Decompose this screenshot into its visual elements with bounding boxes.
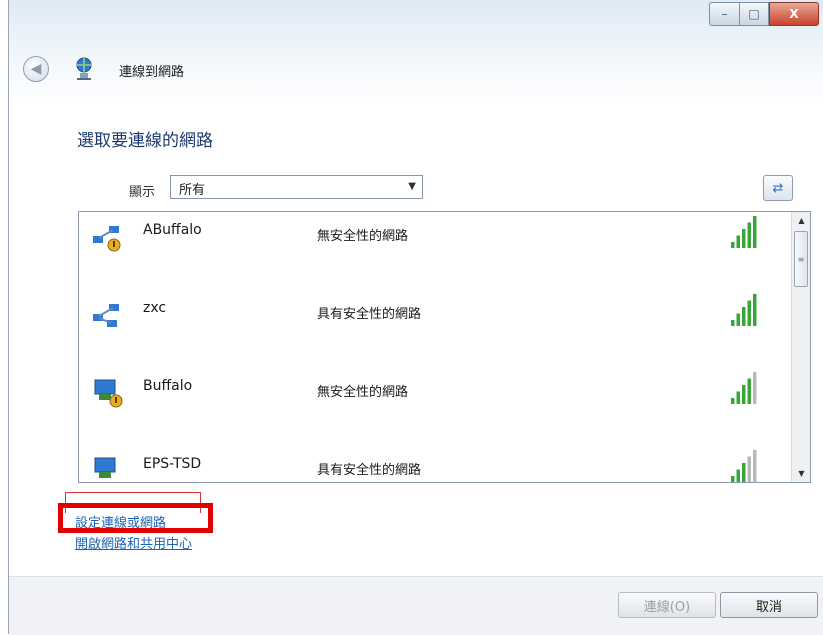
network-center-link[interactable]: 開啟網路和共用中心: [75, 533, 192, 552]
network-security: 具有安全性的網路: [317, 463, 422, 478]
network-name: zxc: [143, 300, 167, 316]
signal-strength-icon: [731, 372, 757, 404]
highlight-box: [58, 503, 213, 533]
wireless-network-icon: [94, 457, 116, 478]
network-list-item[interactable]: EPS-TSD 具有安全性的網路: [79, 446, 785, 482]
maximize-button[interactable]: □: [739, 2, 769, 26]
signal-strength-icon: [731, 216, 757, 248]
signal-bar: [747, 222, 751, 248]
adhoc-unsecured-icon: [93, 226, 121, 252]
chevron-down-icon: ▼: [408, 181, 416, 192]
scroll-down-icon[interactable]: ▼: [792, 465, 810, 482]
refresh-icon: ⇄: [772, 180, 784, 196]
adhoc-network-icon: [93, 304, 119, 327]
window-title: 連線到網路: [119, 65, 185, 80]
connect-button[interactable]: 連線(O): [618, 592, 716, 618]
back-arrow-icon: ◀: [30, 61, 42, 77]
signal-bar: [736, 313, 740, 326]
signal-bar: [742, 229, 746, 248]
signal-bar: [731, 398, 735, 404]
network-security: 無安全性的網路: [317, 385, 409, 400]
scroll-up-icon[interactable]: ▲: [792, 212, 810, 229]
dialog-footer: 連線(O) 取消: [9, 576, 823, 635]
network-name: Buffalo: [143, 378, 193, 394]
signal-bar: [747, 378, 751, 404]
network-list-item[interactable]: zxc 具有安全性的網路: [79, 290, 785, 368]
wireless-unsecured-icon: [94, 379, 123, 408]
network-security: 無安全性的網路: [317, 229, 409, 244]
signal-bar: [747, 300, 751, 326]
signal-strength-icon: [731, 294, 757, 326]
signal-bar: [742, 385, 746, 404]
refresh-button[interactable]: ⇄: [763, 175, 793, 201]
signal-bar: [731, 242, 735, 248]
network-name: EPS-TSD: [143, 456, 202, 472]
minimize-button[interactable]: –: [709, 2, 739, 26]
network-list[interactable]: ABuffalo 無安全性的網路 zxc 具有安全性的網路 Buffalo 無安…: [78, 211, 811, 483]
show-filter-value: 所有: [179, 183, 206, 198]
signal-bar: [736, 469, 740, 482]
connect-to-network-window: – □ X ◀ 連線到網路 選取要連線的網路 顯示 所有 ▼ ⇄ ABuffal…: [8, 0, 823, 635]
title-bar: [9, 0, 823, 104]
signal-bar: [736, 391, 740, 404]
signal-bar: [753, 372, 757, 404]
network-name: ABuffalo: [143, 222, 202, 238]
signal-bar: [742, 463, 746, 482]
close-button[interactable]: X: [769, 2, 819, 26]
signal-bar: [731, 476, 735, 482]
signal-bar: [742, 307, 746, 326]
signal-bar: [753, 450, 757, 482]
show-filter-label: 顯示: [129, 185, 156, 200]
signal-strength-icon: [731, 450, 757, 482]
network-list-item[interactable]: Buffalo 無安全性的網路: [79, 368, 785, 446]
list-scrollbar[interactable]: ▲ ≡ ▼: [791, 212, 810, 482]
signal-bar: [753, 216, 757, 248]
page-heading: 選取要連線的網路: [77, 131, 213, 151]
signal-bar: [736, 235, 740, 248]
scroll-thumb[interactable]: ≡: [794, 231, 808, 287]
network-security: 具有安全性的網路: [317, 307, 422, 322]
cancel-button[interactable]: 取消: [720, 592, 818, 618]
signal-bar: [747, 456, 751, 482]
signal-bar: [731, 320, 735, 326]
network-list-item[interactable]: ABuffalo 無安全性的網路: [79, 212, 785, 290]
back-button[interactable]: ◀: [23, 56, 49, 82]
show-filter-dropdown[interactable]: 所有 ▼: [170, 175, 423, 199]
signal-bar: [753, 294, 757, 326]
network-globe-icon: [76, 57, 92, 80]
